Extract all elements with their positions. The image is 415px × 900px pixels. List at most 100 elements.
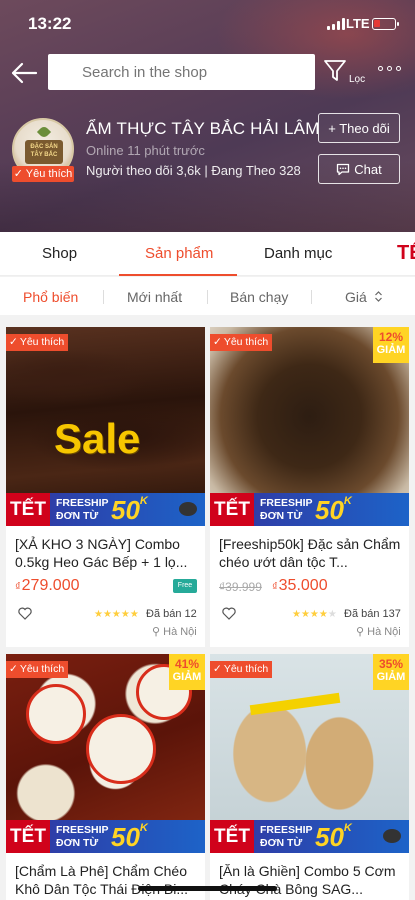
freeship-label: FREESHIP: [260, 824, 313, 836]
sort-best-selling[interactable]: Bán chạy: [230, 289, 288, 305]
discount-badge: 35% GIẢM: [373, 654, 409, 690]
filter-button[interactable]: Lọc: [323, 58, 373, 88]
favorite-badge-label: Yêu thích: [25, 168, 73, 180]
tet-label: TẾT: [210, 820, 254, 853]
followers-info: Người theo dõi 3,6k | Đang Theo 328: [86, 163, 301, 178]
amount-value: 50: [315, 495, 344, 525]
chat-button[interactable]: Chat: [318, 154, 400, 184]
heart-icon[interactable]: [222, 607, 236, 621]
freeship-banner: TẾT FREESHIP ĐƠN TỪ 50K: [210, 820, 409, 853]
leaf-icon: [36, 124, 52, 140]
amount-unit: K: [139, 495, 148, 507]
status-bar: 13:22 LTE: [0, 12, 415, 36]
follow-button[interactable]: + Theo dõi: [318, 113, 400, 143]
online-status: Online 11 phút trước: [86, 143, 205, 158]
back-arrow-icon[interactable]: [10, 60, 38, 86]
product-title: [XẢ KHO 3 NGÀY] Combo 0.5kg Heo Gác Bếp …: [15, 536, 188, 570]
discount-word: GIẢM: [376, 671, 406, 683]
product-price: ₫279.000: [15, 577, 80, 595]
product-image: Sale TẾT FREESHIP ĐƠN TỪ 50K: [6, 327, 205, 526]
discount-percent: 35%: [378, 657, 404, 671]
discount-word: GIẢM: [172, 671, 202, 683]
discount-percent: 41%: [174, 657, 200, 671]
favorite-ribbon: ✓ Yêu thích: [210, 661, 273, 678]
video-icon: [179, 502, 197, 516]
location: ⚲ Hà Nội: [152, 625, 197, 638]
price-value: 279.000: [21, 577, 80, 594]
package-label: [249, 692, 341, 716]
amount-unit: K: [139, 822, 148, 834]
tab-tet[interactable]: TẾ: [397, 242, 415, 265]
discount-badge: 12% GIẢM: [373, 327, 409, 363]
order-from-label: ĐƠN TỪ: [56, 837, 99, 849]
tab-shop[interactable]: Shop: [42, 245, 77, 262]
shop-header: 13:22 LTE Lọc ĐẶC SẢN TÂY BẮC ✓ Yêu thíc…: [0, 0, 415, 232]
filter-label: Lọc: [349, 74, 366, 85]
sold-count: Đã bán 12: [146, 608, 197, 620]
video-icon: [383, 829, 401, 843]
sort-arrows-icon: [374, 291, 382, 302]
product-title: [Chẩm Là Phê] Chẩm Chéo Khô Dân Tộc Thái…: [15, 863, 189, 897]
battery-icon: [372, 18, 399, 30]
price-value: 35.000: [278, 577, 328, 594]
favorite-ribbon: ✓ Yêu thích: [6, 334, 69, 351]
freeship-amount: 50K: [315, 495, 352, 526]
tet-label: TẾT: [210, 493, 254, 526]
signal-icon: [327, 18, 345, 30]
discount-word: GIẢM: [376, 344, 406, 356]
favorite-ribbon: ✓ Yêu thích: [210, 334, 273, 351]
active-tab-indicator: [119, 274, 237, 276]
freeship-banner: TẾT FREESHIP ĐƠN TỪ 50K: [6, 820, 205, 853]
home-indicator[interactable]: [138, 886, 277, 891]
freeship-banner: TẾT FREESHIP ĐƠN TỪ 50K: [6, 493, 205, 526]
sort-bar: Phổ biến Mới nhất Bán chạy Giá: [0, 277, 415, 315]
filter-icon: [324, 60, 346, 81]
tab-products[interactable]: Sản phẩm: [145, 245, 213, 262]
freeship-label: FREESHIP: [56, 497, 109, 509]
currency-symbol: ₫: [15, 581, 21, 593]
location: ⚲ Hà Nội: [356, 625, 401, 638]
follow-label: + Theo dõi: [328, 120, 390, 136]
sold-count: Đã bán 137: [344, 608, 401, 620]
more-options-icon[interactable]: [378, 66, 404, 78]
freeship-label: FREESHIP: [260, 497, 313, 509]
order-from-label: ĐƠN TỪ: [260, 837, 303, 849]
order-from-label: ĐƠN TỪ: [56, 510, 99, 522]
tab-categories[interactable]: Danh mục: [264, 245, 332, 262]
order-from-label: ĐƠN TỪ: [260, 510, 303, 522]
heart-icon[interactable]: [18, 607, 32, 621]
location-pin-icon: ⚲: [152, 626, 161, 638]
ribbon-label: Yêu thích: [223, 336, 269, 348]
tet-label: TẾT: [6, 493, 50, 526]
product-card[interactable]: TẾT FREESHIP ĐƠN TỪ 50K ✓ Yêu thích 41% GIẢM…: [6, 654, 205, 900]
free-shipping-truck-icon: Free: [173, 579, 197, 593]
sort-price[interactable]: Giá: [345, 289, 383, 305]
product-title: [Ăn là Ghiền] Combo 5 Cơm Cháy Chà Bông …: [219, 863, 396, 897]
sort-newest[interactable]: Mới nhất: [127, 289, 182, 305]
freeship-amount: 50K: [111, 822, 148, 853]
amount-value: 50: [111, 822, 140, 852]
freeship-label: FREESHIP: [56, 824, 109, 836]
shop-name: ẨM THỰC TÂY BẮC HẢI LÂM: [86, 119, 320, 138]
amount-unit: K: [343, 495, 352, 507]
freeship-banner: TẾT FREESHIP ĐƠN TỪ 50K: [210, 493, 409, 526]
favorite-ribbon: ✓ Yêu thích: [6, 661, 69, 678]
discount-badge: 41% GIẢM: [169, 654, 205, 690]
divider: [103, 290, 104, 304]
amount-value: 50: [111, 495, 140, 525]
sale-text: Sale: [54, 415, 141, 462]
sort-popular[interactable]: Phổ biến: [23, 289, 78, 305]
chat-label: Chat: [354, 161, 382, 177]
discount-percent: 12%: [378, 330, 404, 344]
ribbon-label: Yêu thích: [19, 663, 65, 675]
product-card[interactable]: TẾT FREESHIP ĐƠN TỪ 50K ✓ Yêu thích 12% GIẢM…: [210, 327, 409, 647]
location-label: Hà Nội: [163, 626, 197, 638]
search-input[interactable]: [48, 54, 315, 90]
original-price: ₫39.999: [219, 580, 262, 594]
sort-price-label: Giá: [345, 289, 367, 305]
product-card[interactable]: Sale TẾT FREESHIP ĐƠN TỪ 50K ✓ Yêu thích [X…: [6, 327, 205, 647]
product-card[interactable]: TẾT FREESHIP ĐƠN TỪ 50K ✓ Yêu thích 35% GIẢM…: [210, 654, 409, 900]
jar-lid: [26, 684, 86, 744]
rating-stars: ★★★★★: [94, 609, 139, 620]
location-label: Hà Nội: [367, 626, 401, 638]
